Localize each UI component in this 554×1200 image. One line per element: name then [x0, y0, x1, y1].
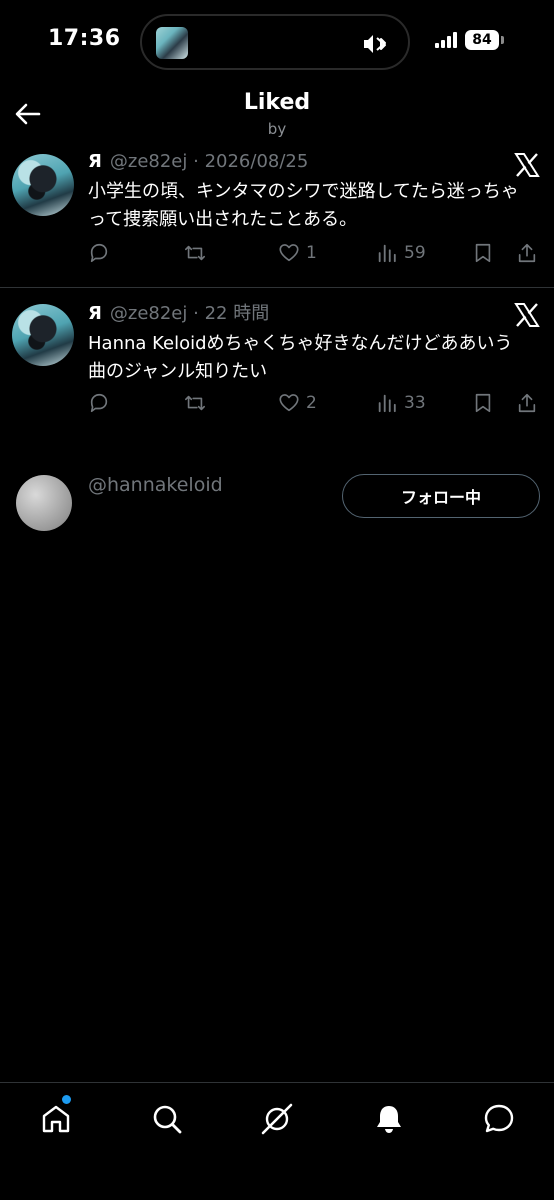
share-icon [518, 393, 536, 413]
like-button[interactable]: 1 [278, 242, 317, 264]
tweet-actions: 2 33 [88, 392, 542, 420]
notifications-bell-icon[interactable] [371, 1101, 407, 1137]
status-indicators: 84 [435, 30, 504, 50]
page-subtitle: by [267, 120, 287, 138]
retweet-button[interactable] [184, 242, 206, 264]
bookmark-icon [475, 243, 491, 263]
reply-icon [90, 243, 108, 263]
author-avatar[interactable] [12, 304, 74, 366]
tweet-body: Я @ze82ej · 22 時間 Hanna Keloidめちゃくちゃ好きなんだ… [88, 300, 542, 386]
author-handle[interactable]: @ze82ej [110, 151, 188, 172]
author-name[interactable]: Я [88, 151, 102, 172]
author-avatar[interactable] [12, 154, 74, 216]
reply-button[interactable] [88, 242, 110, 264]
views-icon [378, 244, 396, 263]
view-count: 59 [404, 243, 426, 263]
bookmark-icon [475, 393, 491, 413]
views-icon [378, 394, 396, 413]
following-button[interactable]: フォロー中 [342, 474, 540, 518]
tweet-actions: 1 59 [88, 242, 542, 270]
view-count: 33 [404, 393, 426, 413]
views-button[interactable]: 59 [376, 242, 426, 264]
page-header: Liked by [0, 80, 554, 150]
author-handle[interactable]: @ze82ej [110, 303, 188, 324]
tweet-header: Я @ze82ej · 22 時間 [88, 300, 542, 328]
x-logo-icon [514, 153, 540, 177]
reply-button[interactable] [88, 392, 110, 414]
tweet-text: 小学生の頃、キンタマのシワで迷路してたら迷っちゃって捜索願い出されたことある。 [88, 181, 519, 230]
reply-icon [90, 393, 108, 413]
share-button[interactable] [516, 392, 538, 414]
like-count: 1 [306, 243, 317, 263]
bookmark-button[interactable] [472, 242, 494, 264]
tweet-body: Я @ze82ej · 2026/08/25 小学生の頃、キンタマのシワで迷路して… [88, 148, 542, 234]
share-button[interactable] [516, 242, 538, 264]
like-count: 2 [306, 393, 317, 413]
like-button[interactable]: 2 [278, 392, 317, 414]
like-heart-icon [279, 244, 299, 262]
dynamic-island[interactable] [140, 14, 410, 70]
now-playing-artwork [156, 27, 188, 59]
page-title: Liked [243, 90, 311, 115]
x-logo-icon [514, 303, 540, 327]
views-button[interactable]: 33 [376, 392, 426, 414]
liked-page: 17:36 84 Liked by Я @ze82ej · 2026/08/25… [0, 0, 554, 1200]
author-name[interactable]: Я [88, 303, 102, 324]
user-row[interactable]: @hannakeloid フォロー中 [0, 470, 554, 540]
home-icon[interactable] [38, 1101, 74, 1137]
messages-icon[interactable] [481, 1101, 517, 1137]
battery-icon: 84 [465, 30, 499, 50]
tweet-date: · 2026/08/25 [193, 151, 309, 172]
home-notification-dot [62, 1095, 71, 1104]
cellular-signal-icon [435, 32, 457, 48]
user-handle[interactable]: @hannakeloid [88, 474, 223, 496]
status-time: 17:36 [48, 26, 121, 51]
tweet-text: Hanna Keloidめちゃくちゃ好きなんだけどああいう曲のジャンル知りたい [88, 333, 513, 382]
tweet-card[interactable]: Я @ze82ej · 22 時間 Hanna Keloidめちゃくちゃ好きなんだ… [0, 290, 554, 440]
share-icon [518, 243, 536, 263]
retweet-button[interactable] [184, 392, 206, 414]
retweet-icon [185, 245, 205, 261]
search-icon[interactable] [149, 1101, 185, 1137]
battery-nub [501, 36, 504, 44]
bluetooth-icon [364, 35, 386, 53]
like-heart-icon [279, 394, 299, 412]
tweet-header: Я @ze82ej · 2026/08/25 [88, 148, 542, 176]
bottom-nav [0, 1082, 554, 1200]
retweet-icon [185, 395, 205, 411]
tweet-card[interactable]: Я @ze82ej · 2026/08/25 小学生の頃、キンタマのシワで迷路して… [0, 148, 554, 288]
status-bar: 17:36 84 [0, 0, 554, 80]
tweet-date: · 22 時間 [193, 303, 270, 324]
grok-icon[interactable] [259, 1101, 295, 1137]
user-avatar[interactable] [16, 475, 72, 531]
bookmark-button[interactable] [472, 392, 494, 414]
